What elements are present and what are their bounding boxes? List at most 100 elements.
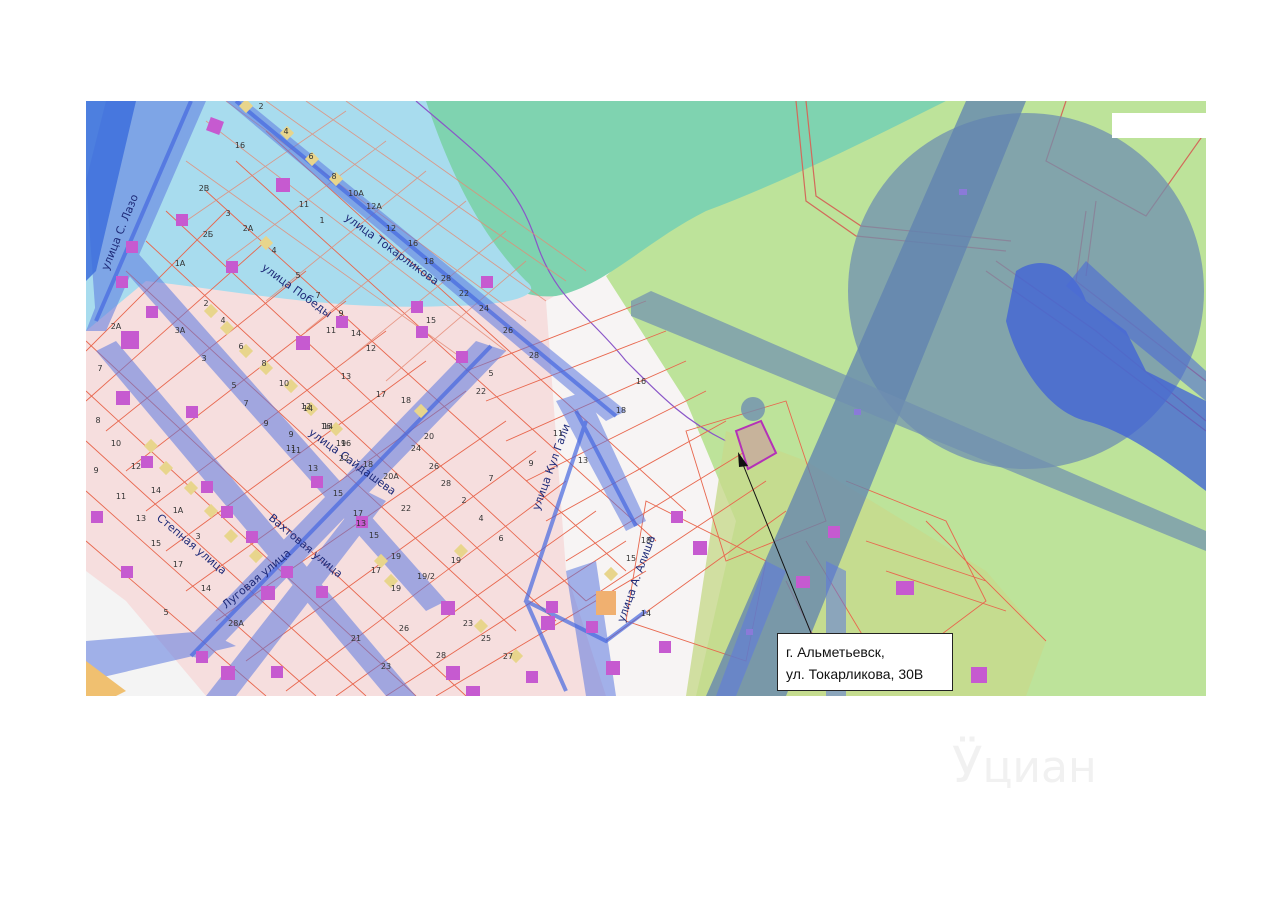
- plot-number: 15: [151, 539, 161, 548]
- plot-number: 16: [235, 141, 245, 150]
- plot-number: 5: [488, 369, 493, 378]
- node-circle: [741, 397, 765, 421]
- plot-number: 26: [503, 326, 513, 335]
- plot-number: 18: [641, 536, 651, 545]
- plot-number: 23: [381, 662, 391, 671]
- plot-number: 12: [386, 224, 396, 233]
- plot-number: 12: [366, 344, 376, 353]
- plot-number: 21: [351, 634, 361, 643]
- plot-number: 7: [315, 291, 320, 300]
- plot-number: 4: [478, 514, 483, 523]
- plot-number: 22: [459, 289, 469, 298]
- plot-number: 28А: [228, 619, 244, 628]
- plot-number: 6: [238, 342, 243, 351]
- brand-logo-glyph: Ӱ: [952, 736, 983, 794]
- plot-number: 7: [488, 474, 493, 483]
- plot-number: 9: [528, 459, 533, 468]
- plot-number: 18: [616, 406, 626, 415]
- plot-number: 22: [339, 454, 349, 463]
- plot-number: 19: [336, 439, 346, 448]
- plot-number: 9: [288, 430, 293, 439]
- plot-number: 13: [356, 519, 366, 528]
- map-canvas: улица Токарликова улица Победы улица С. …: [86, 101, 1206, 696]
- plot-number: 11: [326, 326, 336, 335]
- plot-number: 15: [426, 316, 436, 325]
- building-orange: [596, 591, 616, 615]
- plot-number: 12: [131, 462, 141, 471]
- plot-number: 11: [116, 492, 126, 501]
- plot-number: 16: [636, 377, 646, 386]
- plot-number: 5: [163, 608, 168, 617]
- plot-number: 25: [481, 634, 491, 643]
- plot-number: 22: [476, 387, 486, 396]
- plot-number: 2: [203, 299, 208, 308]
- plot-number: 28: [436, 651, 446, 660]
- plot-number: 10А: [348, 189, 364, 198]
- plot-number: 7: [243, 399, 248, 408]
- plot-number: 26: [429, 462, 439, 471]
- plot-number: 15: [626, 554, 636, 563]
- plot-number: 17: [353, 509, 363, 518]
- plot-number: 8: [95, 416, 100, 425]
- plot-number: 19/2: [417, 572, 435, 581]
- brand-watermark: Ӱциан: [952, 736, 1152, 806]
- plot-number: 19: [391, 584, 401, 593]
- brand-logo-text: циан: [982, 742, 1097, 793]
- plot-number: 13: [578, 456, 588, 465]
- plot-number: 13: [341, 372, 351, 381]
- plot-number: 11: [291, 446, 301, 455]
- plot-number: 17: [371, 566, 381, 575]
- cadastral-map[interactable]: улица Токарликова улица Победы улица С. …: [86, 101, 1206, 696]
- plot-number: 5: [231, 381, 236, 390]
- plot-number: 2Б: [203, 230, 214, 239]
- plot-number: 7: [97, 364, 102, 373]
- plot-number: 2В: [199, 184, 210, 193]
- plot-number: 6: [308, 152, 313, 161]
- plot-number: 1А: [173, 506, 184, 515]
- plot-number: 13: [308, 464, 318, 473]
- plot-number: 4: [283, 127, 288, 136]
- plot-number: 11: [299, 200, 309, 209]
- plot-number: 12А: [366, 202, 382, 211]
- plot-number: 22: [401, 504, 411, 513]
- plot-number: 20: [424, 432, 434, 441]
- callout-street: ул. Токарликова, 30В: [786, 666, 924, 682]
- plot-number: 8: [331, 172, 336, 181]
- plot-number: 10: [111, 439, 121, 448]
- plot-number: 14: [303, 404, 313, 413]
- plot-number: 24: [479, 304, 489, 313]
- plot-number: 15: [333, 489, 343, 498]
- plot-number: 27: [503, 652, 513, 661]
- plot-number: 1: [319, 216, 324, 225]
- plot-number: 2: [461, 496, 466, 505]
- plot-number: 16: [408, 239, 418, 248]
- plot-number: 2: [258, 102, 263, 111]
- plot-number: 19: [391, 552, 401, 561]
- plot-number: 3: [201, 354, 206, 363]
- plot-number: 8: [261, 359, 266, 368]
- plot-number: 9: [93, 466, 98, 475]
- address-callout: г. Альметьевск, ул. Токарликова, 30В: [777, 633, 953, 691]
- plot-number: 26: [399, 624, 409, 633]
- plot-number: 2А: [243, 224, 254, 233]
- plot-number: 18: [424, 257, 434, 266]
- plot-number: 14: [351, 329, 361, 338]
- plot-number: 14: [151, 486, 161, 495]
- plot-number: 9: [263, 419, 268, 428]
- map-overlay-box: [1112, 113, 1206, 138]
- plot-number: 20А: [383, 472, 399, 481]
- plot-number: 28: [441, 479, 451, 488]
- plot-number: 17: [173, 560, 183, 569]
- plot-number: 28: [529, 351, 539, 360]
- plot-number: 1А: [175, 259, 186, 268]
- plot-number: 17: [376, 390, 386, 399]
- plot-number: 13: [136, 514, 146, 523]
- plot-number: 4: [271, 246, 276, 255]
- plot-number: 3А: [175, 326, 186, 335]
- plot-number: 10: [279, 379, 289, 388]
- plot-number: 15: [369, 531, 379, 540]
- plot-number: 24: [411, 444, 421, 453]
- plot-number: 23: [463, 619, 473, 628]
- plot-number: 5: [295, 271, 300, 280]
- plot-number: 14: [201, 584, 211, 593]
